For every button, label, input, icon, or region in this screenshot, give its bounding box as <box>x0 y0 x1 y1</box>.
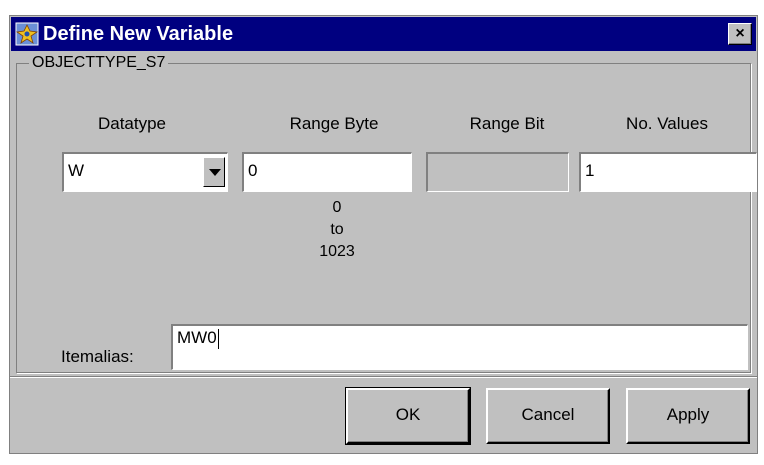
cancel-button[interactable]: Cancel <box>486 388 610 444</box>
text-caret <box>217 328 219 349</box>
range-min: 0 <box>332 199 342 216</box>
range-to: to <box>330 221 344 238</box>
itemalias-value: MW0 <box>177 328 217 347</box>
datatype-dropdown-button[interactable] <box>203 157 225 187</box>
ok-button[interactable]: OK <box>345 387 471 445</box>
close-button[interactable]: × <box>728 23 752 45</box>
range-byte-label: Range Byte <box>289 114 379 133</box>
range-max: 1023 <box>319 243 355 260</box>
window-title: Define New Variable <box>43 23 234 45</box>
button-separator <box>10 376 757 378</box>
group-title: OBJECTTYPE_S7 <box>29 53 169 73</box>
range-byte-input[interactable]: 0 <box>242 152 412 192</box>
title-bar[interactable]: Define New Variable × <box>11 17 756 51</box>
objecttype-group: OBJECTTYPE_S7 Datatype Range Byte Range … <box>16 53 757 373</box>
datatype-label: Datatype <box>97 114 167 133</box>
app-icon <box>15 22 39 46</box>
itemalias-input[interactable]: MW0 <box>171 324 748 370</box>
chevron-down-icon <box>209 169 221 176</box>
dialog-window: Define New Variable × OBJECTTYPE_S7 Data… <box>9 15 758 454</box>
no-values-input[interactable]: 1 <box>579 152 757 192</box>
datatype-value: W <box>68 161 85 180</box>
range-bit-label: Range Bit <box>469 114 545 133</box>
datatype-combobox[interactable]: W <box>62 152 228 192</box>
itemalias-label: Itemalias: <box>61 347 134 366</box>
range-bit-input <box>426 152 569 192</box>
apply-button[interactable]: Apply <box>626 388 750 444</box>
no-values-label: No. Values <box>626 114 708 133</box>
